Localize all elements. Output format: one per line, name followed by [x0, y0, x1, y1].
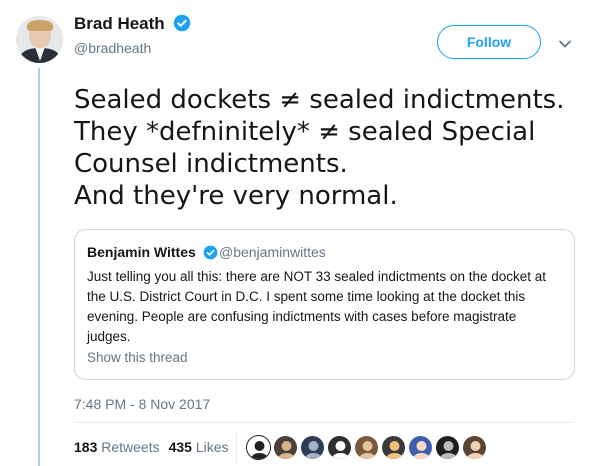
quoted-tweet-text: Just telling you all this: there are NOT…	[87, 267, 569, 347]
quoted-line: the U.S. District Court in D.C. I spent …	[87, 289, 526, 304]
liker-avatar[interactable]	[300, 435, 325, 460]
quoted-line: judges.	[87, 329, 131, 344]
likes-stat[interactable]: 435 Likes	[169, 439, 229, 455]
verified-badge-icon	[203, 245, 218, 263]
avatar[interactable]	[16, 16, 63, 63]
quoted-author-name-text[interactable]: Benjamin Wittes	[87, 244, 196, 260]
liker-avatar[interactable]	[246, 435, 271, 460]
divider	[74, 422, 574, 423]
author-name-text[interactable]: Brad Heath	[74, 14, 165, 33]
liker-avatar[interactable]	[273, 435, 298, 460]
liker-avatar[interactable]	[354, 435, 379, 460]
liker-avatar[interactable]	[435, 435, 460, 460]
verified-badge-icon	[173, 14, 191, 37]
likes-label: Likes	[195, 439, 229, 455]
liker-avatar[interactable]	[381, 435, 406, 460]
tweet-line: Sealed dockets ≠ sealed indictments.	[74, 85, 565, 115]
quoted-line: Just telling you all this: there are NOT…	[87, 269, 546, 284]
quoted-author-handle[interactable]: @benjaminwittes	[219, 244, 326, 260]
tweet-line: They *defninitely* ≠ sealed Special	[74, 117, 536, 147]
retweets-stat[interactable]: 183 Retweets	[74, 439, 160, 455]
author-name[interactable]: Brad Heath	[74, 14, 191, 37]
show-thread-link[interactable]: Show this thread	[87, 350, 188, 365]
follow-button[interactable]: Follow	[437, 25, 541, 59]
quoted-author-name[interactable]: Benjamin Wittes	[87, 244, 218, 263]
thread-line	[38, 68, 40, 466]
tweet-stats: 183 Retweets 435 Likes	[74, 439, 229, 455]
retweets-label: Retweets	[101, 439, 160, 455]
liker-avatar[interactable]	[408, 435, 433, 460]
tweet-text: Sealed dockets ≠ sealed indictments. The…	[74, 84, 574, 212]
timestamp[interactable]: 7:48 PM - 8 Nov 2017	[74, 396, 210, 412]
tweet-line: And they're very normal.	[74, 181, 398, 211]
tweet-line: Counsel indictments.	[74, 149, 348, 179]
chevron-down-icon[interactable]	[558, 36, 572, 54]
stats-divider	[236, 432, 237, 462]
liker-avatar[interactable]	[327, 435, 352, 460]
quoted-line: evening. People are confusing indictment…	[87, 309, 517, 324]
likes-count: 435	[168, 439, 192, 455]
quoted-tweet[interactable]: Benjamin Wittes @benjaminwittes Just tel…	[74, 229, 575, 380]
author-handle[interactable]: @bradheath	[74, 40, 151, 56]
retweets-count: 183	[74, 439, 98, 455]
liker-avatar[interactable]	[462, 435, 487, 460]
